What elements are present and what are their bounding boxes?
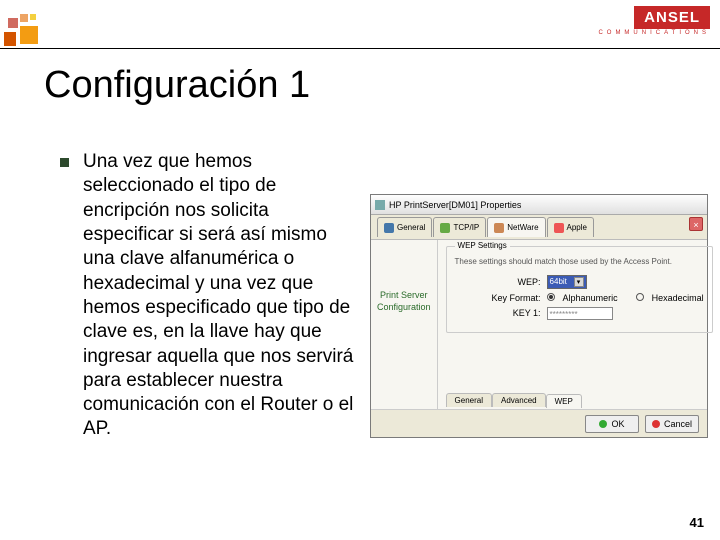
dialog-main: WEP Settings These settings should match…: [438, 240, 720, 409]
divider: [0, 48, 720, 49]
subtab-wep[interactable]: WEP: [546, 394, 582, 408]
group-label: WEP Settings: [455, 241, 510, 250]
page-number: 41: [690, 515, 704, 530]
cancel-button[interactable]: Cancel: [645, 415, 699, 433]
dialog-title: HP PrintServer[DM01] Properties: [389, 200, 521, 210]
check-icon: [599, 420, 607, 428]
dialog-sidebar: Print Server Configuration: [371, 240, 438, 409]
close-icon[interactable]: ×: [689, 217, 703, 231]
body-text: Una vez que hemos seleccionado el tipo d…: [60, 150, 356, 442]
decorative-squares: [0, 14, 88, 48]
gear-icon: [384, 223, 394, 233]
wep-select[interactable]: 64bit ▾: [547, 275, 587, 289]
subtab-general[interactable]: General: [446, 393, 492, 407]
properties-dialog: HP PrintServer[DM01] Properties General …: [370, 194, 708, 438]
globe-icon: [440, 223, 450, 233]
apple-icon: [554, 223, 564, 233]
bullet-text: Una vez que hemos seleccionado el tipo d…: [83, 150, 356, 442]
key1-input[interactable]: *********: [547, 307, 613, 320]
brand-logo: ANSEL COMMUNICATIONS: [598, 6, 710, 36]
page-title: Configuración 1: [44, 64, 310, 107]
tab-netware[interactable]: NetWare: [487, 217, 545, 237]
dialog-buttons: OK Cancel: [371, 409, 707, 437]
tab-general[interactable]: General: [377, 217, 432, 237]
radio-hex[interactable]: [636, 293, 646, 303]
close-icon: [652, 420, 660, 428]
tab-tcpip[interactable]: TCP/IP: [433, 217, 486, 237]
dialog-titlebar: HP PrintServer[DM01] Properties: [371, 195, 707, 215]
group-hint: These settings should match those used b…: [455, 257, 704, 267]
chevron-down-icon: ▾: [574, 277, 584, 287]
sidebar-heading: Print Server Configuration: [377, 290, 431, 313]
network-icon: [494, 223, 504, 233]
sub-tabs: General Advanced WEP: [446, 393, 582, 407]
brand-name: ANSEL: [634, 6, 710, 29]
wep-label: WEP:: [489, 277, 541, 287]
bullet-square-icon: [60, 158, 69, 167]
subtab-advanced[interactable]: Advanced: [492, 393, 546, 407]
radio-alpha[interactable]: [547, 293, 557, 303]
keyformat-label: Key Format:: [489, 293, 541, 303]
dialog-tabs: General TCP/IP NetWare Apple: [371, 215, 707, 237]
dialog-app-icon: [375, 200, 385, 210]
tab-apple[interactable]: Apple: [547, 217, 594, 237]
ok-button[interactable]: OK: [585, 415, 639, 433]
key1-label: KEY 1:: [489, 308, 541, 318]
wep-group: WEP Settings These settings should match…: [446, 246, 713, 333]
brand-subtitle: COMMUNICATIONS: [598, 30, 710, 36]
